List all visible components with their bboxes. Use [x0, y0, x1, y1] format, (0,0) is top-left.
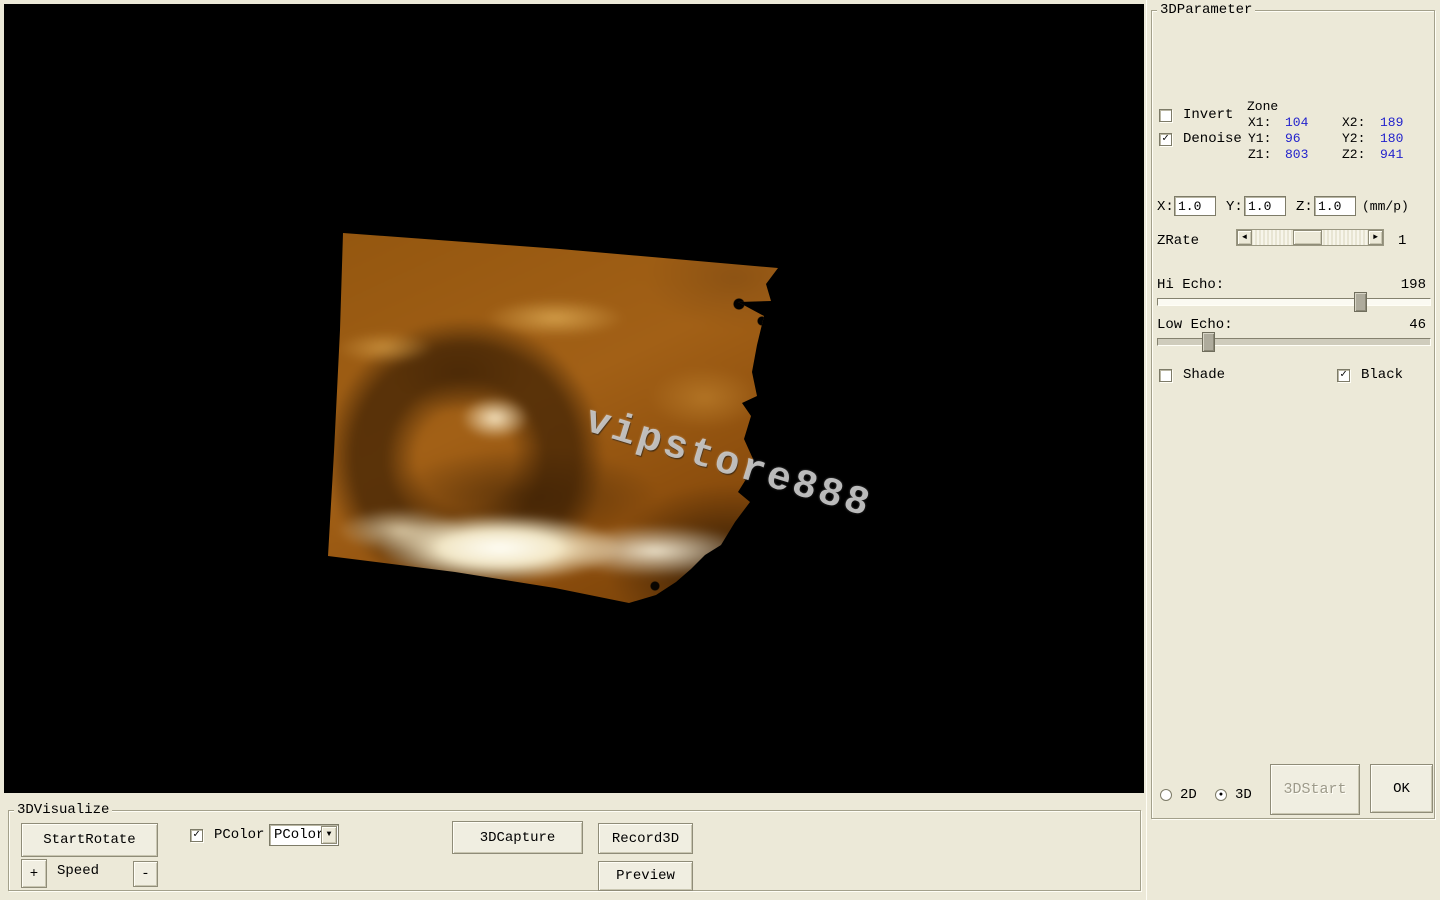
ok-button[interactable]: OK: [1370, 764, 1433, 813]
pcolor-select-value: PColor: [274, 827, 324, 843]
pcolor-label: PColor: [214, 827, 264, 843]
invert-label: Invert: [1183, 107, 1233, 123]
scale-y-label: Y:: [1226, 199, 1243, 215]
speed-plus-button[interactable]: +: [21, 859, 47, 888]
ultrasound-specks: [325, 228, 790, 608]
zrate-left-arrow[interactable]: ◄: [1237, 230, 1252, 245]
scale-x-input[interactable]: [1174, 196, 1216, 216]
visualize-group-title: 3DVisualize: [14, 802, 112, 818]
mode-3d-radio[interactable]: ●: [1215, 789, 1227, 801]
ultrasound-3d-render: [325, 228, 790, 608]
zrate-thumb[interactable]: [1293, 230, 1322, 245]
zone-y1-label: Y1:: [1248, 131, 1271, 146]
speed-minus-button[interactable]: -: [133, 861, 158, 887]
denoise-label: Denoise: [1183, 131, 1242, 147]
preview-button[interactable]: Preview: [598, 861, 693, 891]
visualize-groupbox: 3DVisualize StartRotate ✓ PColor PColor …: [8, 810, 1141, 891]
record-3d-button[interactable]: Record3D: [598, 823, 693, 854]
scale-y-input[interactable]: [1244, 196, 1286, 216]
zone-z1-label: Z1:: [1248, 147, 1271, 162]
capture-3d-button[interactable]: 3DCapture: [452, 821, 583, 854]
zone-y2-value: 180: [1380, 131, 1403, 146]
shade-label: Shade: [1183, 367, 1225, 383]
mode-3d-label: 3D: [1235, 787, 1252, 803]
zone-x1-value: 104: [1285, 115, 1308, 130]
black-label: Black: [1361, 367, 1403, 383]
parameter-group-title: 3DParameter: [1157, 2, 1255, 18]
pcolor-checkbox[interactable]: ✓: [190, 829, 203, 842]
zrate-label: ZRate: [1157, 233, 1199, 249]
hi-echo-track[interactable]: [1157, 298, 1431, 306]
zone-title: Zone: [1247, 99, 1278, 114]
scale-unit-label: (mm/p): [1362, 199, 1409, 214]
zone-z2-label: Z2:: [1342, 147, 1365, 162]
speed-label: Speed: [57, 863, 99, 879]
mode-2d-label: 2D: [1180, 787, 1197, 803]
low-echo-label: Low Echo:: [1157, 317, 1233, 333]
low-echo-thumb[interactable]: [1202, 332, 1215, 352]
denoise-checkbox[interactable]: ✓: [1159, 133, 1172, 146]
hi-echo-label: Hi Echo:: [1157, 277, 1224, 293]
zone-y2-label: Y2:: [1342, 131, 1365, 146]
parameter-panel: 3DParameter Invert ✓ Denoise Zone X1: 10…: [1146, 0, 1440, 900]
parameter-groupbox: 3DParameter Invert ✓ Denoise Zone X1: 10…: [1151, 10, 1435, 819]
shade-checkbox[interactable]: [1159, 369, 1172, 382]
mode-2d-radio[interactable]: [1160, 789, 1172, 801]
scale-z-input[interactable]: [1314, 196, 1356, 216]
zone-y1-value: 96: [1285, 131, 1301, 146]
zrate-right-arrow[interactable]: ►: [1368, 230, 1383, 245]
scale-z-label: Z:: [1296, 199, 1313, 215]
low-echo-value: 46: [1409, 317, 1426, 333]
zone-z1-value: 803: [1285, 147, 1308, 162]
start3d-button[interactable]: 3DStart: [1270, 764, 1360, 815]
zone-x1-label: X1:: [1248, 115, 1271, 130]
zrate-scrollbar[interactable]: ◄ ►: [1236, 229, 1384, 246]
chevron-down-icon[interactable]: ▼: [321, 826, 337, 844]
zrate-value: 1: [1398, 233, 1406, 249]
hi-echo-thumb[interactable]: [1354, 292, 1367, 312]
zone-x2-value: 189: [1380, 115, 1403, 130]
low-echo-track[interactable]: [1157, 338, 1431, 346]
zone-x2-label: X2:: [1342, 115, 1365, 130]
start-rotate-button[interactable]: StartRotate: [21, 823, 158, 857]
application-window: vipstore888 3DParameter Invert ✓ Denoise…: [0, 0, 1440, 900]
hi-echo-value: 198: [1401, 277, 1426, 293]
black-checkbox[interactable]: ✓: [1337, 369, 1350, 382]
scale-x-label: X:: [1157, 199, 1174, 215]
render-viewport[interactable]: vipstore888: [4, 4, 1144, 793]
invert-checkbox[interactable]: [1159, 109, 1172, 122]
pcolor-select[interactable]: PColor ▼: [269, 824, 339, 846]
zone-z2-value: 941: [1380, 147, 1403, 162]
